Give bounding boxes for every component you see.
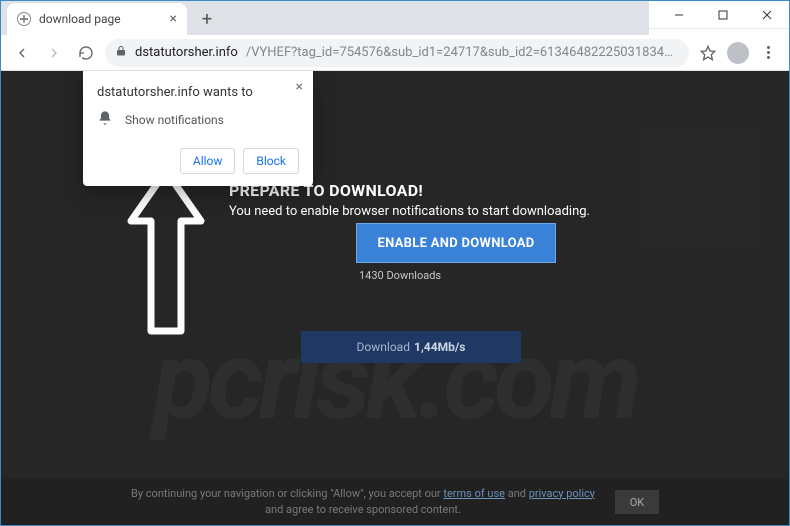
block-button[interactable]: Block <box>243 148 299 174</box>
profile-avatar[interactable] <box>727 42 749 64</box>
minimize-icon <box>674 10 684 20</box>
popup-close-button[interactable]: × <box>296 79 303 95</box>
reload-icon <box>78 45 94 61</box>
url-path: /VYHEF?tag_id=754576&sub_id1=24717&sub_i… <box>246 45 679 60</box>
tab-download-page[interactable]: download page × <box>7 3 187 35</box>
notification-permission-popup: × dstatutorsher.info wants to Show notif… <box>83 71 313 186</box>
arrow-up-icon <box>126 166 206 336</box>
download-speed-button[interactable]: Download 1,44Mb/s <box>301 331 521 363</box>
star-icon <box>700 45 716 61</box>
allow-label: Allow <box>193 154 223 168</box>
nav-back-button[interactable] <box>9 40 35 66</box>
kebab-icon <box>763 42 774 63</box>
cookie-and: and <box>505 487 529 500</box>
cookie-text: By continuing your navigation or clickin… <box>131 486 595 519</box>
block-label: Block <box>256 154 286 168</box>
tab-close-icon[interactable]: × <box>170 11 177 27</box>
tab-strip: download page × + <box>1 1 649 35</box>
lock-icon <box>115 45 127 61</box>
address-bar[interactable]: dstatutorsher.info /VYHEF?tag_id=754576&… <box>105 39 689 67</box>
enable-download-button[interactable]: ENABLE AND DOWNLOAD <box>356 223 556 263</box>
window-maximize-button[interactable] <box>701 1 745 29</box>
main-copy: PREPARE TO DOWNLOAD! You need to enable … <box>229 181 590 219</box>
browser-window: download page × + <box>0 0 790 526</box>
maximize-icon <box>718 10 728 20</box>
browser-toolbar: dstatutorsher.info /VYHEF?tag_id=754576&… <box>1 35 789 71</box>
browser-menu-button[interactable] <box>755 40 781 66</box>
close-icon: × <box>296 79 303 95</box>
nav-forward-button[interactable] <box>41 40 67 66</box>
bookmark-button[interactable] <box>695 40 721 66</box>
arrow-right-icon <box>46 45 62 61</box>
up-arrow-graphic <box>126 166 206 340</box>
nav-reload-button[interactable] <box>73 40 99 66</box>
permission-label: Show notifications <box>125 113 224 127</box>
cookie-pre: By continuing your navigation or clickin… <box>131 487 443 500</box>
terms-of-use-link[interactable]: terms of use <box>443 487 505 500</box>
close-icon <box>762 10 772 20</box>
window-close-button[interactable] <box>745 1 789 29</box>
allow-button[interactable]: Allow <box>180 148 236 174</box>
page-viewport: pcrisk.com PREPARE TO DOWNLOAD! You need… <box>1 71 789 525</box>
permission-row: Show notifications <box>97 110 299 130</box>
globe-icon <box>17 12 31 26</box>
window-minimize-button[interactable] <box>657 1 701 29</box>
cookie-banner: By continuing your navigation or clickin… <box>1 479 789 525</box>
arrow-left-icon <box>14 45 30 61</box>
new-tab-button[interactable]: + <box>193 5 221 33</box>
enable-button-label: ENABLE AND DOWNLOAD <box>377 236 534 251</box>
speed-prefix: Download <box>357 340 410 354</box>
page-subheading: You need to enable browser notifications… <box>229 204 590 219</box>
cookie-ok-label: OK <box>630 496 644 509</box>
downloads-count: 1430 Downloads <box>359 269 441 282</box>
permission-actions: Allow Block <box>97 148 299 174</box>
privacy-policy-link[interactable]: privacy policy <box>529 487 595 500</box>
popup-title: dstatutorsher.info wants to <box>97 85 299 100</box>
plus-icon: + <box>202 9 212 30</box>
cookie-ok-button[interactable]: OK <box>615 490 659 514</box>
bell-icon <box>97 110 113 130</box>
tab-title: download page <box>39 12 121 26</box>
url-host: dstatutorsher.info <box>135 45 238 60</box>
cookie-line2: and agree to receive sponsored content. <box>265 503 461 516</box>
speed-value: 1,44Mb/s <box>414 340 465 354</box>
